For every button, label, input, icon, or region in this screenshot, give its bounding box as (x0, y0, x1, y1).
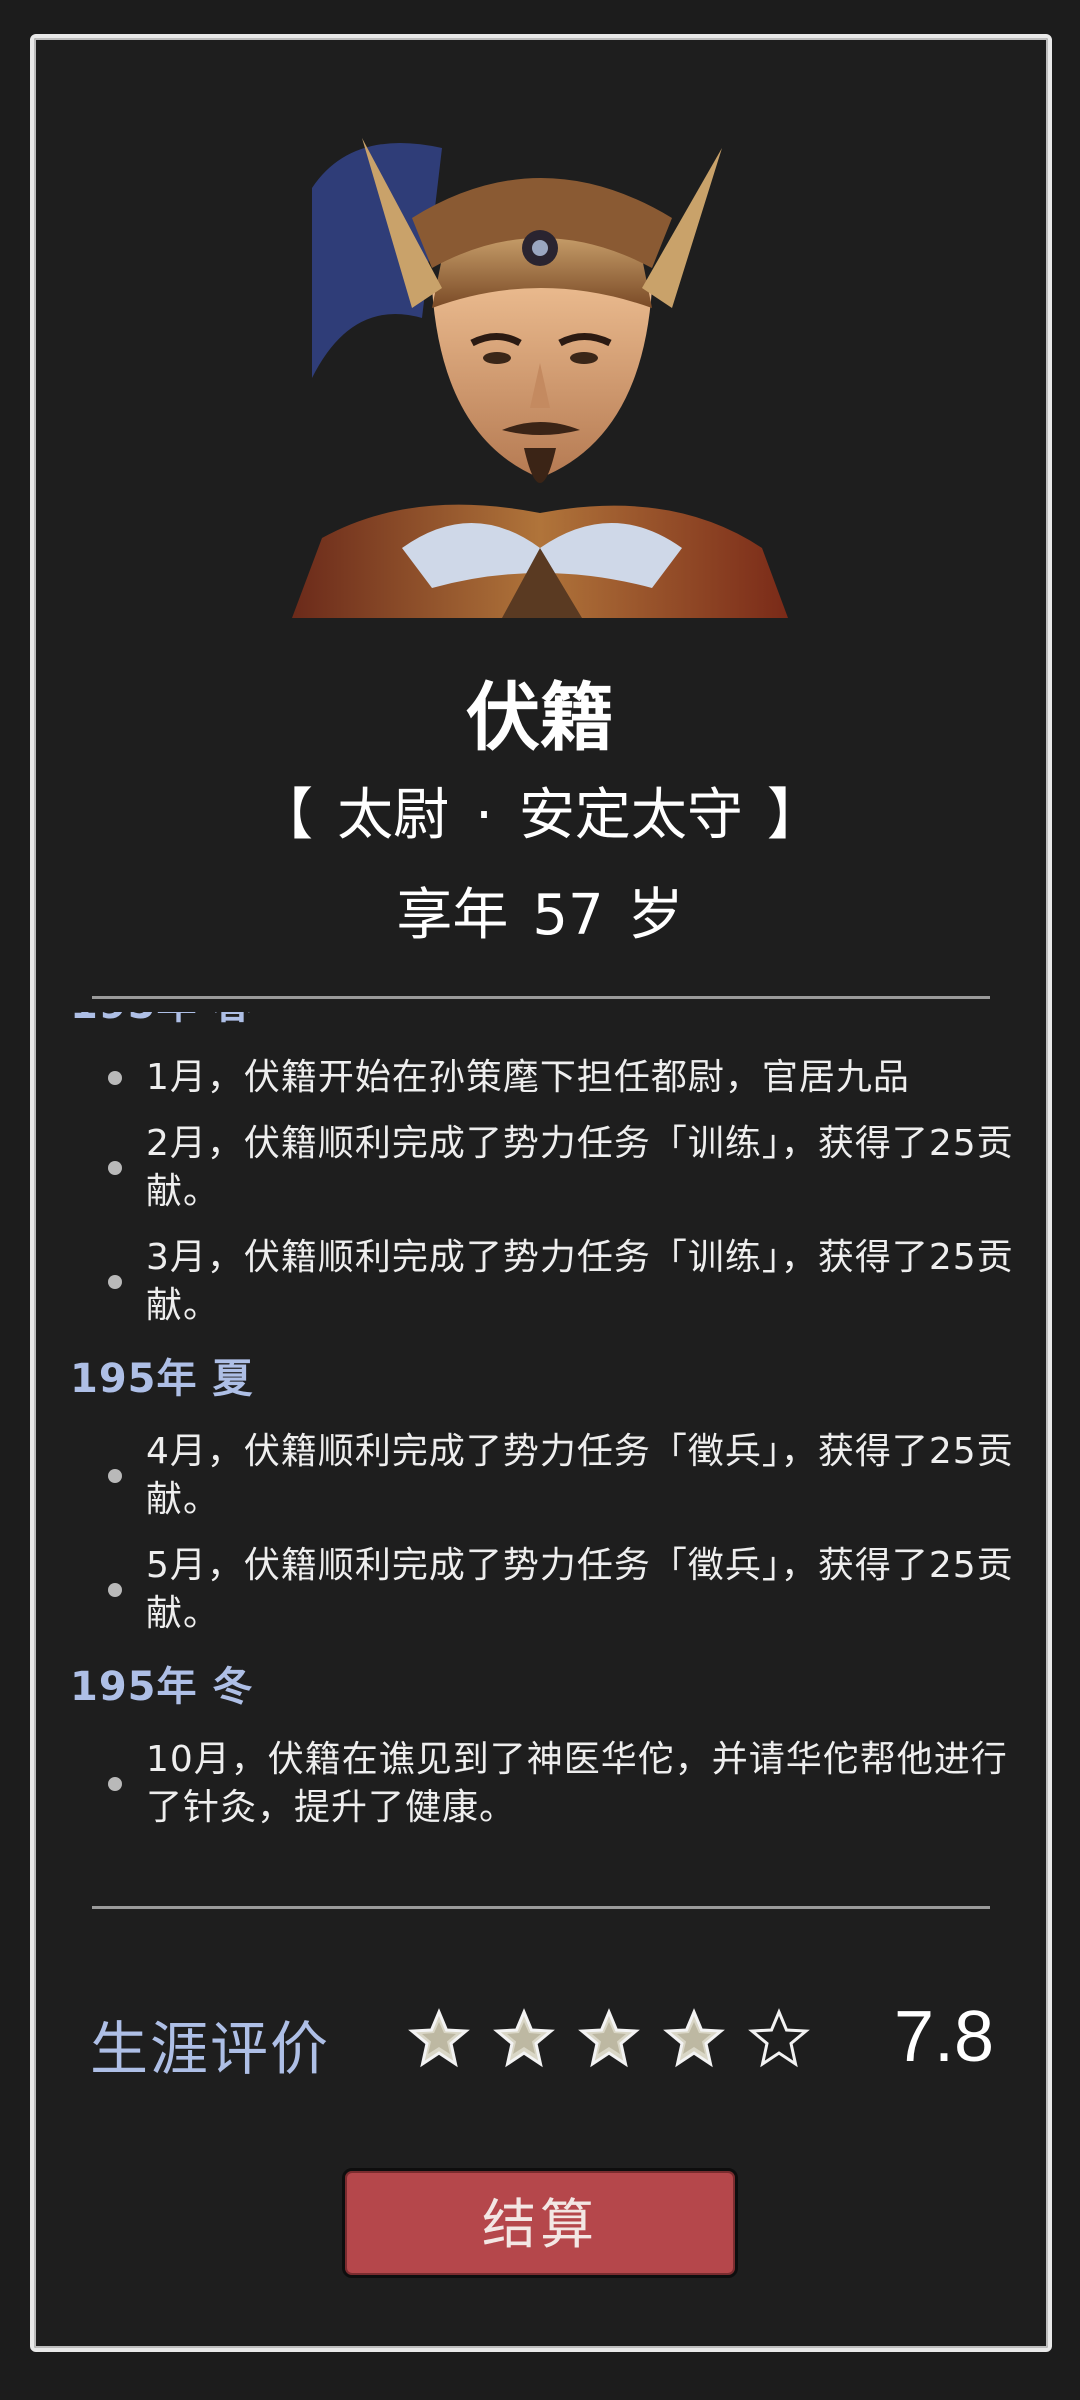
character-portrait (292, 118, 788, 618)
star-filled-icon (493, 2008, 555, 2068)
event-text: 5月，伏籍顺利完成了势力任务「徵兵」，获得了25贡献。 (146, 1545, 1014, 1634)
list-item: 5月，伏籍顺利完成了势力任务「徵兵」，获得了25贡献。 (70, 1542, 1030, 1638)
star-filled-icon (663, 2008, 725, 2068)
settle-button[interactable]: 结算 (342, 2168, 738, 2278)
divider-top (92, 996, 990, 999)
star-filled-icon (408, 2008, 470, 2068)
list-item: 2月，伏籍顺利完成了势力任务「训练」，获得了25贡献。 (70, 1120, 1030, 1216)
list-item: 10月，伏籍在谯见到了神医华佗，并请华佗帮他进行了针灸，提升了健康。 (70, 1736, 1030, 1832)
age-value: 57 (532, 883, 604, 948)
bullet-icon (108, 1275, 122, 1289)
event-text: 10月，伏籍在谯见到了神医华佗，并请华佗帮他进行了针灸，提升了健康。 (146, 1739, 1008, 1828)
title-main: 太尉 (337, 783, 450, 848)
title-sub: 安定太守 (518, 783, 743, 848)
event-list: 1月，伏籍开始在孙策麾下担任都尉，官居九品 2月，伏籍顺利完成了势力任务「训练」… (70, 1054, 1030, 1330)
star-rating (408, 2008, 828, 2078)
bullet-icon (108, 1777, 122, 1791)
bullet-icon (108, 1583, 122, 1597)
title-close-bracket: 】 (766, 783, 823, 848)
season-header: 195年 春 (70, 1012, 1030, 1036)
list-item: 3月，伏籍顺利完成了势力任务「训练」，获得了25贡献。 (70, 1234, 1030, 1330)
star-filled-icon (578, 2008, 640, 2068)
rating-label: 生涯评价 (90, 2015, 331, 2083)
event-text: 1月，伏籍开始在孙策麾下担任都尉，官居九品 (146, 1057, 910, 1098)
rating-score: 7.8 (894, 1997, 995, 2077)
event-text: 4月，伏籍顺利完成了势力任务「徵兵」，获得了25贡献。 (146, 1431, 1014, 1520)
list-item: 4月，伏籍顺利完成了势力任务「徵兵」，获得了25贡献。 (70, 1428, 1030, 1524)
character-age: 享年 57 岁 (0, 870, 1080, 951)
divider-bottom (92, 1906, 990, 1909)
event-text: 3月，伏籍顺利完成了势力任务「训练」，获得了25贡献。 (146, 1237, 1014, 1326)
age-suffix: 岁 (627, 883, 684, 948)
career-rating: 生涯评价 7.8 (0, 1990, 1080, 2090)
bullet-icon (108, 1161, 122, 1175)
event-list: 10月，伏籍在谯见到了神医华佗，并请华佗帮他进行了针灸，提升了健康。 (70, 1736, 1030, 1832)
season-header: 195年 夏 (70, 1356, 254, 1402)
list-item: 1月，伏籍开始在孙策麾下担任都尉，官居九品 (70, 1054, 1030, 1102)
star-empty-icon (748, 2008, 810, 2068)
event-list: 4月，伏籍顺利完成了势力任务「徵兵」，获得了25贡献。 5月，伏籍顺利完成了势力… (70, 1428, 1030, 1638)
age-prefix: 享年 (396, 883, 509, 948)
event-text: 2月，伏籍顺利完成了势力任务「训练」，获得了25贡献。 (146, 1123, 1014, 1212)
title-separator: · (475, 783, 493, 848)
bullet-icon (108, 1469, 122, 1483)
character-name: 伏籍 (466, 675, 614, 761)
character-title: 【太尉 · 安定太守】 (0, 770, 1080, 851)
career-timeline[interactable]: 195年 春 1月，伏籍开始在孙策麾下担任都尉，官居九品 2月，伏籍顺利完成了势… (70, 1012, 1030, 1862)
bullet-icon (108, 1071, 122, 1085)
season-header: 195年 冬 (70, 1664, 254, 1710)
title-open-bracket: 【 (257, 783, 314, 848)
